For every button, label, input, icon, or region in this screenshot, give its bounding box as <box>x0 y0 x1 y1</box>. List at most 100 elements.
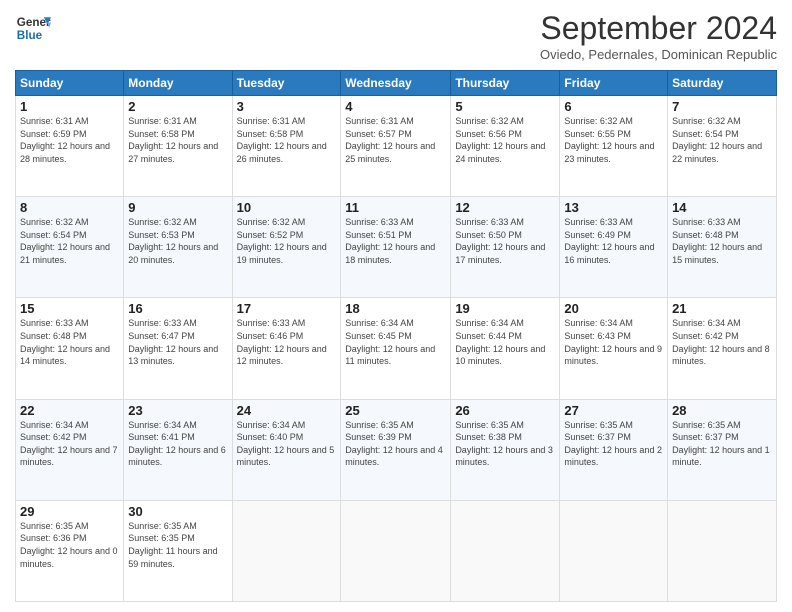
calendar-cell: 7Sunrise: 6:32 AMSunset: 6:54 PMDaylight… <box>668 96 777 197</box>
svg-text:Blue: Blue <box>17 29 43 42</box>
day-number: 23 <box>128 403 227 418</box>
calendar-cell: 21Sunrise: 6:34 AMSunset: 6:42 PMDayligh… <box>668 298 777 399</box>
day-info: Sunrise: 6:35 AMSunset: 6:37 PMDaylight:… <box>564 419 663 469</box>
day-number: 30 <box>128 504 227 519</box>
day-number: 1 <box>20 99 119 114</box>
day-number: 20 <box>564 301 663 316</box>
day-info: Sunrise: 6:35 AMSunset: 6:37 PMDaylight:… <box>672 419 772 469</box>
calendar-cell <box>451 500 560 601</box>
day-number: 3 <box>237 99 337 114</box>
day-info: Sunrise: 6:33 AMSunset: 6:47 PMDaylight:… <box>128 317 227 367</box>
day-number: 26 <box>455 403 555 418</box>
day-info: Sunrise: 6:34 AMSunset: 6:43 PMDaylight:… <box>564 317 663 367</box>
day-info: Sunrise: 6:32 AMSunset: 6:54 PMDaylight:… <box>20 216 119 266</box>
day-info: Sunrise: 6:34 AMSunset: 6:42 PMDaylight:… <box>20 419 119 469</box>
day-info: Sunrise: 6:35 AMSunset: 6:36 PMDaylight:… <box>20 520 119 570</box>
day-number: 6 <box>564 99 663 114</box>
day-number: 16 <box>128 301 227 316</box>
day-number: 4 <box>345 99 446 114</box>
day-number: 19 <box>455 301 555 316</box>
day-number: 2 <box>128 99 227 114</box>
calendar-cell: 17Sunrise: 6:33 AMSunset: 6:46 PMDayligh… <box>232 298 341 399</box>
day-number: 5 <box>455 99 555 114</box>
day-header-sunday: Sunday <box>16 71 124 96</box>
day-header-tuesday: Tuesday <box>232 71 341 96</box>
calendar-cell <box>232 500 341 601</box>
day-number: 29 <box>20 504 119 519</box>
day-info: Sunrise: 6:34 AMSunset: 6:45 PMDaylight:… <box>345 317 446 367</box>
day-number: 11 <box>345 200 446 215</box>
calendar-cell: 2Sunrise: 6:31 AMSunset: 6:58 PMDaylight… <box>124 96 232 197</box>
subtitle: Oviedo, Pedernales, Dominican Republic <box>540 47 777 62</box>
calendar-cell: 15Sunrise: 6:33 AMSunset: 6:48 PMDayligh… <box>16 298 124 399</box>
day-header-friday: Friday <box>560 71 668 96</box>
title-block: September 2024 Oviedo, Pedernales, Domin… <box>540 10 777 62</box>
header: General Blue September 2024 Oviedo, Pede… <box>15 10 777 62</box>
day-info: Sunrise: 6:31 AMSunset: 6:58 PMDaylight:… <box>128 115 227 165</box>
day-number: 13 <box>564 200 663 215</box>
calendar-cell: 12Sunrise: 6:33 AMSunset: 6:50 PMDayligh… <box>451 197 560 298</box>
day-info: Sunrise: 6:32 AMSunset: 6:53 PMDaylight:… <box>128 216 227 266</box>
calendar-table: SundayMondayTuesdayWednesdayThursdayFrid… <box>15 70 777 602</box>
day-header-saturday: Saturday <box>668 71 777 96</box>
logo-icon: General Blue <box>15 10 51 46</box>
day-info: Sunrise: 6:33 AMSunset: 6:48 PMDaylight:… <box>672 216 772 266</box>
calendar-cell: 9Sunrise: 6:32 AMSunset: 6:53 PMDaylight… <box>124 197 232 298</box>
day-info: Sunrise: 6:32 AMSunset: 6:55 PMDaylight:… <box>564 115 663 165</box>
calendar-cell: 3Sunrise: 6:31 AMSunset: 6:58 PMDaylight… <box>232 96 341 197</box>
month-title: September 2024 <box>540 10 777 47</box>
day-info: Sunrise: 6:33 AMSunset: 6:48 PMDaylight:… <box>20 317 119 367</box>
calendar-cell: 23Sunrise: 6:34 AMSunset: 6:41 PMDayligh… <box>124 399 232 500</box>
day-info: Sunrise: 6:35 AMSunset: 6:38 PMDaylight:… <box>455 419 555 469</box>
day-number: 10 <box>237 200 337 215</box>
calendar-cell: 25Sunrise: 6:35 AMSunset: 6:39 PMDayligh… <box>341 399 451 500</box>
calendar-cell: 11Sunrise: 6:33 AMSunset: 6:51 PMDayligh… <box>341 197 451 298</box>
day-number: 12 <box>455 200 555 215</box>
day-number: 8 <box>20 200 119 215</box>
calendar-cell: 16Sunrise: 6:33 AMSunset: 6:47 PMDayligh… <box>124 298 232 399</box>
day-info: Sunrise: 6:34 AMSunset: 6:40 PMDaylight:… <box>237 419 337 469</box>
calendar-week-0: 1Sunrise: 6:31 AMSunset: 6:59 PMDaylight… <box>16 96 777 197</box>
calendar-cell: 28Sunrise: 6:35 AMSunset: 6:37 PMDayligh… <box>668 399 777 500</box>
day-header-thursday: Thursday <box>451 71 560 96</box>
day-info: Sunrise: 6:33 AMSunset: 6:46 PMDaylight:… <box>237 317 337 367</box>
calendar-cell: 24Sunrise: 6:34 AMSunset: 6:40 PMDayligh… <box>232 399 341 500</box>
day-info: Sunrise: 6:33 AMSunset: 6:50 PMDaylight:… <box>455 216 555 266</box>
day-number: 21 <box>672 301 772 316</box>
logo: General Blue <box>15 10 51 46</box>
calendar-cell: 5Sunrise: 6:32 AMSunset: 6:56 PMDaylight… <box>451 96 560 197</box>
calendar-cell: 29Sunrise: 6:35 AMSunset: 6:36 PMDayligh… <box>16 500 124 601</box>
day-number: 25 <box>345 403 446 418</box>
day-info: Sunrise: 6:32 AMSunset: 6:54 PMDaylight:… <box>672 115 772 165</box>
calendar-cell: 20Sunrise: 6:34 AMSunset: 6:43 PMDayligh… <box>560 298 668 399</box>
calendar-page: General Blue September 2024 Oviedo, Pede… <box>0 0 792 612</box>
calendar-cell <box>560 500 668 601</box>
calendar-cell <box>341 500 451 601</box>
day-info: Sunrise: 6:31 AMSunset: 6:57 PMDaylight:… <box>345 115 446 165</box>
calendar-week-4: 29Sunrise: 6:35 AMSunset: 6:36 PMDayligh… <box>16 500 777 601</box>
calendar-cell: 22Sunrise: 6:34 AMSunset: 6:42 PMDayligh… <box>16 399 124 500</box>
day-info: Sunrise: 6:35 AMSunset: 6:39 PMDaylight:… <box>345 419 446 469</box>
calendar-week-1: 8Sunrise: 6:32 AMSunset: 6:54 PMDaylight… <box>16 197 777 298</box>
day-number: 28 <box>672 403 772 418</box>
day-header-wednesday: Wednesday <box>341 71 451 96</box>
day-info: Sunrise: 6:34 AMSunset: 6:41 PMDaylight:… <box>128 419 227 469</box>
calendar-cell: 4Sunrise: 6:31 AMSunset: 6:57 PMDaylight… <box>341 96 451 197</box>
day-info: Sunrise: 6:34 AMSunset: 6:44 PMDaylight:… <box>455 317 555 367</box>
day-info: Sunrise: 6:32 AMSunset: 6:56 PMDaylight:… <box>455 115 555 165</box>
day-number: 15 <box>20 301 119 316</box>
calendar-cell: 6Sunrise: 6:32 AMSunset: 6:55 PMDaylight… <box>560 96 668 197</box>
day-info: Sunrise: 6:35 AMSunset: 6:35 PMDaylight:… <box>128 520 227 570</box>
calendar-cell: 13Sunrise: 6:33 AMSunset: 6:49 PMDayligh… <box>560 197 668 298</box>
calendar-cell: 30Sunrise: 6:35 AMSunset: 6:35 PMDayligh… <box>124 500 232 601</box>
day-number: 9 <box>128 200 227 215</box>
calendar-header-row: SundayMondayTuesdayWednesdayThursdayFrid… <box>16 71 777 96</box>
calendar-cell: 26Sunrise: 6:35 AMSunset: 6:38 PMDayligh… <box>451 399 560 500</box>
day-info: Sunrise: 6:32 AMSunset: 6:52 PMDaylight:… <box>237 216 337 266</box>
day-info: Sunrise: 6:31 AMSunset: 6:58 PMDaylight:… <box>237 115 337 165</box>
calendar-cell: 18Sunrise: 6:34 AMSunset: 6:45 PMDayligh… <box>341 298 451 399</box>
calendar-cell <box>668 500 777 601</box>
day-info: Sunrise: 6:33 AMSunset: 6:49 PMDaylight:… <box>564 216 663 266</box>
calendar-cell: 1Sunrise: 6:31 AMSunset: 6:59 PMDaylight… <box>16 96 124 197</box>
calendar-cell: 8Sunrise: 6:32 AMSunset: 6:54 PMDaylight… <box>16 197 124 298</box>
